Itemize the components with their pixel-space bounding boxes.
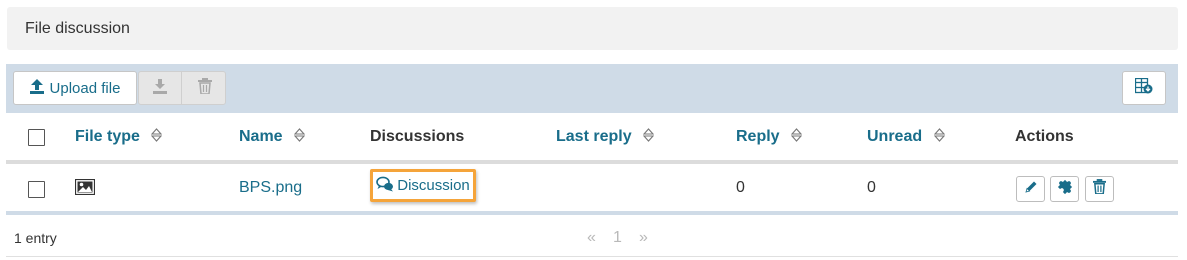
discussion-label: Discussion bbox=[397, 177, 470, 194]
upload-icon bbox=[29, 78, 50, 98]
pagination-prev[interactable]: « bbox=[587, 229, 596, 247]
column-unread-label: Unread bbox=[867, 128, 923, 145]
row-checkbox[interactable] bbox=[28, 181, 45, 198]
column-last-reply-label: Last reply bbox=[556, 128, 632, 145]
image-icon bbox=[74, 178, 96, 200]
unread-count: 0 bbox=[867, 179, 876, 196]
sort-icon bbox=[790, 128, 803, 147]
sort-icon bbox=[933, 128, 945, 147]
column-discussions: Discussions bbox=[370, 128, 464, 146]
delete-selected-button[interactable] bbox=[183, 72, 226, 104]
puzzle-icon bbox=[1057, 179, 1073, 200]
column-last-reply[interactable]: Last reply bbox=[556, 128, 655, 147]
entry-count: 1 entry bbox=[14, 230, 57, 246]
pagination-next[interactable]: » bbox=[639, 229, 648, 247]
edit-button[interactable] bbox=[1016, 176, 1045, 202]
upload-file-label: Upload file bbox=[49, 79, 121, 97]
select-all-checkbox[interactable] bbox=[28, 129, 45, 146]
trash-icon bbox=[197, 77, 212, 99]
trash-icon bbox=[1093, 179, 1106, 199]
pagination-page[interactable]: 1 bbox=[613, 229, 622, 247]
column-reply-label: Reply bbox=[736, 128, 780, 145]
table-footer: 1 entry « 1 » bbox=[6, 215, 1178, 257]
column-name[interactable]: Name bbox=[239, 128, 306, 147]
bulk-action-group bbox=[138, 71, 226, 105]
comments-icon bbox=[376, 176, 397, 196]
delete-button[interactable] bbox=[1085, 176, 1114, 202]
table-row: BPS.png Discussion 0 0 bbox=[6, 164, 1178, 212]
panel-title: File discussion bbox=[25, 20, 130, 37]
metadata-button[interactable] bbox=[1050, 176, 1079, 202]
column-unread[interactable]: Unread bbox=[867, 128, 945, 147]
column-discussions-label: Discussions bbox=[370, 128, 465, 145]
column-actions: Actions bbox=[1015, 128, 1074, 146]
panel-header: File discussion bbox=[7, 7, 1178, 50]
column-file-type[interactable]: File type bbox=[75, 128, 163, 147]
column-settings-icon bbox=[1134, 77, 1153, 99]
column-name-label: Name bbox=[239, 128, 283, 145]
upload-file-button[interactable]: Upload file bbox=[13, 71, 137, 105]
toolbar: Upload file bbox=[6, 64, 1178, 113]
column-reply[interactable]: Reply bbox=[736, 128, 803, 147]
column-settings-button[interactable] bbox=[1122, 71, 1166, 105]
download-icon bbox=[153, 78, 167, 99]
sort-icon bbox=[293, 128, 306, 147]
sort-icon bbox=[151, 128, 163, 147]
discussion-button[interactable]: Discussion bbox=[370, 169, 476, 202]
download-button[interactable] bbox=[139, 72, 182, 104]
column-file-type-label: File type bbox=[75, 128, 140, 145]
sort-icon bbox=[642, 128, 655, 147]
reply-count: 0 bbox=[736, 179, 745, 196]
table-header: File type Name Discussions Last reply Re… bbox=[6, 113, 1178, 161]
footer-divider bbox=[6, 256, 1178, 257]
column-actions-label: Actions bbox=[1015, 128, 1074, 145]
file-name-link[interactable]: BPS.png bbox=[239, 179, 302, 197]
pencil-icon bbox=[1024, 180, 1038, 199]
